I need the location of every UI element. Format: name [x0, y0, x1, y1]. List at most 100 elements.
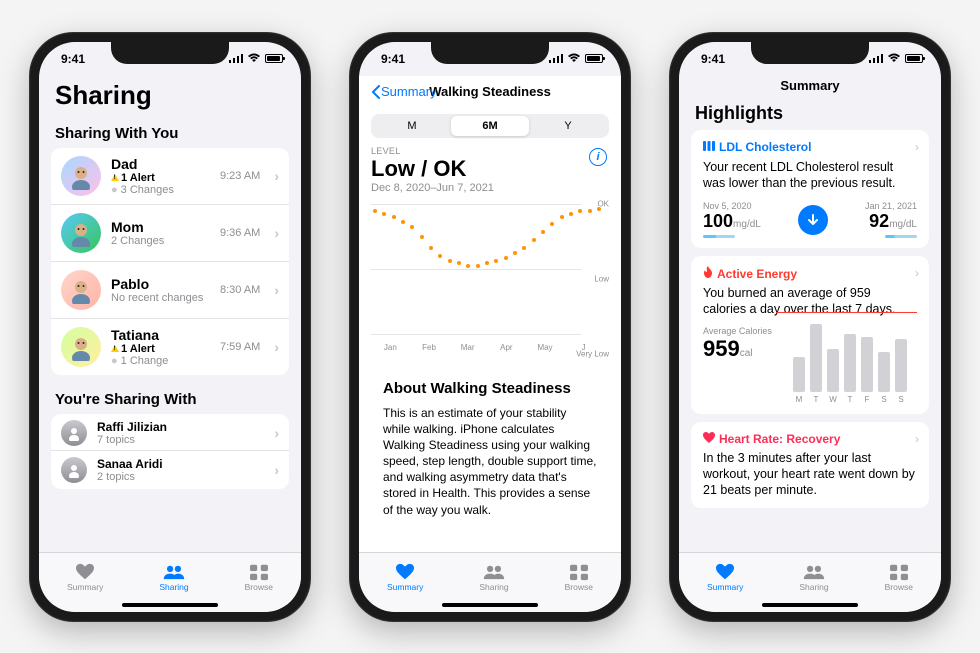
- home-indicator[interactable]: [762, 603, 858, 607]
- notch: [751, 42, 869, 64]
- ldl-label: LDL Cholesterol: [703, 140, 917, 155]
- seg-year[interactable]: Y: [529, 116, 607, 136]
- data-point: [447, 258, 453, 264]
- ldl-date-2: Jan 21, 2021: [865, 201, 917, 211]
- status-time: 9:41: [701, 52, 725, 66]
- data-point: [484, 260, 490, 266]
- time-range-segmented[interactable]: M 6M Y: [371, 114, 609, 138]
- ldl-text: Your recent LDL Cholesterol result was l…: [703, 159, 917, 192]
- nav-title: Summary: [679, 76, 941, 99]
- tab-summary[interactable]: Summary: [707, 563, 743, 592]
- chevron-icon: ›: [270, 168, 279, 184]
- person-time: 8:30 AM: [220, 284, 260, 296]
- share-topics: 7 topics: [97, 434, 260, 446]
- tab-summary[interactable]: Summary: [387, 563, 423, 592]
- data-point: [437, 253, 443, 259]
- x-axis-label: Jan: [384, 343, 397, 352]
- share-name: Sanaa Aridi: [97, 457, 260, 471]
- day-label: W: [827, 395, 839, 404]
- data-point: [419, 234, 425, 240]
- vitals-icon: [703, 140, 715, 155]
- status-time: 9:41: [381, 52, 405, 66]
- home-indicator[interactable]: [442, 603, 538, 607]
- bar: [861, 337, 873, 392]
- ldl-value-1: 100: [703, 211, 733, 231]
- tab-sharing[interactable]: Sharing: [479, 563, 508, 592]
- ldl-bar-2: [885, 235, 917, 238]
- data-point: [372, 208, 378, 214]
- level-value: Low / OK: [371, 156, 609, 182]
- avg-calories-unit: cal: [740, 348, 753, 359]
- changes-line: ● 3 Changes: [111, 184, 210, 196]
- person-time: 9:23 AM: [220, 170, 260, 182]
- bar: [827, 349, 839, 392]
- ldl-card[interactable]: › LDL Cholesterol Your recent LDL Choles…: [691, 130, 929, 249]
- data-point: [381, 211, 387, 217]
- ldl-bar-1: [703, 235, 735, 238]
- battery-icon: [585, 54, 603, 63]
- chevron-icon: ›: [270, 425, 279, 441]
- energy-card[interactable]: › Active Energy You burned an average of…: [691, 256, 929, 414]
- x-axis-label: J: [582, 343, 586, 352]
- chevron-icon: ›: [270, 339, 279, 355]
- section-youre-sharing-with: You're Sharing With: [51, 387, 289, 414]
- changes-line: 2 Changes: [111, 235, 210, 247]
- data-point: [577, 208, 583, 214]
- ldl-date-1: Nov 5, 2020: [703, 201, 761, 211]
- person-name: Tatiana: [111, 327, 210, 343]
- wifi-icon: [247, 52, 261, 66]
- signal-icon: [229, 52, 243, 66]
- seg-six-month[interactable]: 6M: [451, 116, 529, 136]
- data-point: [512, 250, 518, 256]
- highlights-title: Highlights: [691, 99, 929, 130]
- bar: [878, 352, 890, 392]
- bar: [793, 357, 805, 392]
- data-point: [493, 258, 499, 264]
- phone-sharing: 9:41 Sharing Sharing With You Dad 1 Aler…: [29, 32, 311, 622]
- tab-sharing[interactable]: Sharing: [799, 563, 828, 592]
- day-label: S: [895, 395, 907, 404]
- tab-browse[interactable]: Browse: [565, 563, 593, 592]
- person-name: Pablo: [111, 276, 210, 292]
- status-time: 9:41: [61, 52, 85, 66]
- notch: [111, 42, 229, 64]
- sharing-with-card[interactable]: Raffi Jilizian 7 topics ›: [51, 414, 289, 452]
- x-axis-label: Mar: [461, 343, 475, 352]
- heart-card[interactable]: › Heart Rate: Recovery In the 3 minutes …: [691, 422, 929, 509]
- chevron-icon: ›: [915, 266, 919, 280]
- alert-line: 1 Alert: [111, 343, 210, 355]
- person-card[interactable]: Dad 1 Alert● 3 Changes 9:23 AM ›: [51, 148, 289, 204]
- avatar: [61, 420, 87, 446]
- bar: [810, 324, 822, 392]
- changes-line: No recent changes: [111, 292, 210, 304]
- x-axis-label: May: [537, 343, 552, 352]
- home-indicator[interactable]: [122, 603, 218, 607]
- data-point: [568, 211, 574, 217]
- tab-browse[interactable]: Browse: [245, 563, 273, 592]
- sharing-with-card[interactable]: Sanaa Aridi 2 topics ›: [51, 450, 289, 489]
- day-label: T: [844, 395, 856, 404]
- seg-month[interactable]: M: [373, 116, 451, 136]
- info-icon[interactable]: i: [589, 148, 607, 166]
- about-title: About Walking Steadiness: [383, 380, 597, 397]
- person-card[interactable]: Mom 2 Changes 9:36 AM ›: [51, 204, 289, 261]
- tab-summary[interactable]: Summary: [67, 563, 103, 592]
- battery-icon: [905, 54, 923, 63]
- tab-sharing[interactable]: Sharing: [159, 563, 188, 592]
- wifi-icon: [567, 52, 581, 66]
- person-card[interactable]: Pablo No recent changes 8:30 AM ›: [51, 261, 289, 318]
- data-point: [521, 245, 527, 251]
- section-sharing-with-you: Sharing With You: [51, 121, 289, 148]
- avg-calories-value: 959: [703, 336, 740, 362]
- arrow-down-icon: [798, 205, 828, 235]
- back-button[interactable]: Summary: [371, 84, 437, 99]
- day-label: M: [793, 395, 805, 404]
- tab-browse[interactable]: Browse: [885, 563, 913, 592]
- data-point: [400, 219, 406, 225]
- date-range: Dec 8, 2020–Jun 7, 2021: [371, 182, 609, 194]
- steadiness-chart: OK Low Very Low JanFebMarAprMayJ: [371, 204, 609, 354]
- person-card[interactable]: Tatiana 1 Alert● 1 Change 7:59 AM ›: [51, 318, 289, 375]
- energy-label: Active Energy: [703, 266, 917, 281]
- about-text: This is an estimate of your stability wh…: [383, 405, 597, 518]
- data-point: [475, 263, 481, 269]
